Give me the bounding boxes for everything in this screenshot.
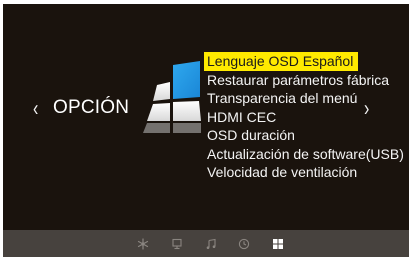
osd-main-panel: ‹ OPCIÓN Lenguaje OSD Español Restaurar … bbox=[3, 4, 409, 230]
menu-item-osd-duration[interactable]: OSD duración bbox=[204, 126, 404, 145]
category-label: OPCIÓN bbox=[53, 97, 130, 118]
music-note-icon bbox=[206, 238, 216, 249]
option-menu: Lenguaje OSD Español Restaurar parámetro… bbox=[204, 52, 404, 182]
tab-screen[interactable] bbox=[169, 236, 185, 252]
option-windows-icon bbox=[143, 61, 201, 133]
tab-picture[interactable] bbox=[135, 236, 151, 252]
menu-item-menu-transparency[interactable]: Transparencia del menú bbox=[204, 89, 404, 108]
tab-option[interactable] bbox=[270, 236, 286, 252]
nav-left-arrow[interactable]: ‹ bbox=[33, 98, 38, 121]
clock-icon bbox=[238, 238, 250, 250]
tab-time[interactable] bbox=[236, 236, 252, 252]
picture-settings-icon bbox=[137, 238, 149, 250]
nav-right-arrow[interactable]: › bbox=[364, 98, 369, 121]
option-windows-icon bbox=[273, 239, 283, 249]
menu-item-fan-speed[interactable]: Velocidad de ventilación bbox=[204, 163, 404, 182]
osd-screen: ‹ OPCIÓN Lenguaje OSD Español Restaurar … bbox=[3, 4, 409, 257]
screen-icon bbox=[172, 238, 182, 250]
menu-item-restore-defaults[interactable]: Restaurar parámetros fábrica bbox=[204, 71, 404, 90]
category-tab-bar bbox=[3, 230, 409, 257]
menu-item-software-update[interactable]: Actualización de software(USB) bbox=[204, 145, 404, 164]
menu-item-osd-language[interactable]: Lenguaje OSD Español bbox=[204, 52, 358, 71]
menu-item-hdmi-cec[interactable]: HDMI CEC bbox=[204, 108, 404, 127]
tab-sound[interactable] bbox=[203, 236, 219, 252]
